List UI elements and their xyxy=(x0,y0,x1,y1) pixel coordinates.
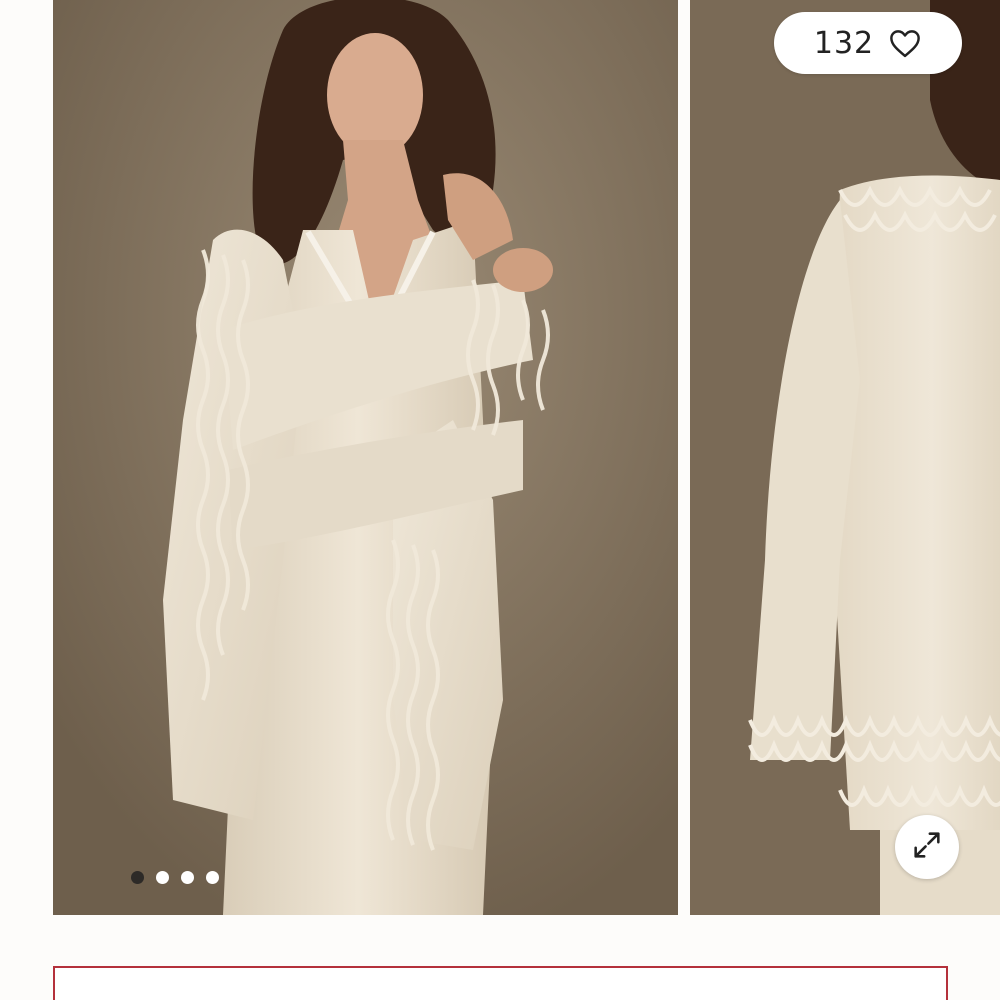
pagination-dot-1[interactable] xyxy=(131,871,144,884)
pagination-dot-2[interactable] xyxy=(156,871,169,884)
pagination-dot-3[interactable] xyxy=(181,871,194,884)
gallery-slide-main[interactable] xyxy=(53,0,678,915)
product-photo-front xyxy=(53,0,678,915)
pagination-dot-4[interactable] xyxy=(206,871,219,884)
gallery-slide-next[interactable] xyxy=(690,0,1000,915)
gallery-pagination-dots xyxy=(131,871,219,884)
like-count: 132 xyxy=(813,25,875,61)
expand-image-button[interactable] xyxy=(895,815,959,879)
expand-arrows-icon xyxy=(910,828,944,867)
product-image-gallery[interactable]: 132 xyxy=(0,0,1000,915)
product-info-panel xyxy=(53,966,948,1000)
heart-icon xyxy=(888,28,922,58)
like-counter-button[interactable]: 132 xyxy=(774,12,962,74)
product-photo-back xyxy=(690,0,1000,915)
